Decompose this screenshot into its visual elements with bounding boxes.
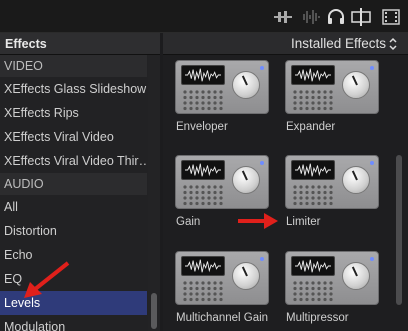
knob-icon [232,262,260,290]
led-indicator-icon [370,66,374,70]
waveform-display-icon [291,65,335,85]
sidebar-item-xeffects-viral-video[interactable]: XEffects Viral Video [0,125,147,149]
browser-scrollbar[interactable] [393,55,405,331]
waveform-icon[interactable] [301,8,321,26]
effect-label-expander: Expander [286,121,336,133]
toolbar [0,0,408,33]
waveform-display-icon [291,160,335,180]
sidebar-item-xeffects-glass-slideshow[interactable]: XEffects Glass Slideshow [0,77,147,101]
sidebar-scroll-thumb[interactable] [151,293,157,329]
filmstrip-icon[interactable] [381,8,401,26]
effect-tile-expander[interactable] [285,60,379,114]
annotation-arrow-icon [236,211,280,231]
knob-icon [232,71,260,99]
section-audio: AUDIO [0,173,147,195]
knob-icon [342,166,370,194]
speaker-grille-icon [182,280,224,302]
effect-label-multipressor: Multipressor [286,312,349,324]
sidebar-header: Effects [0,33,160,55]
speaker-grille-icon [292,89,334,111]
effect-tile-enveloper[interactable] [175,60,269,114]
skimming-icon[interactable] [351,8,371,26]
waveform-display-icon [291,256,335,276]
browser-scroll-thumb[interactable] [396,155,402,305]
section-video: VIDEO [0,55,147,77]
sidebar-title: Effects [5,37,47,51]
waveform-display-icon [181,256,225,276]
effect-label-gain: Gain [176,216,201,228]
speaker-grille-icon [292,184,334,206]
speaker-grille-icon [182,89,224,111]
led-indicator-icon [260,161,264,165]
led-indicator-icon [260,66,264,70]
knob-icon [232,166,260,194]
sidebar-item-modulation[interactable]: Modulation [0,315,147,331]
waveform-display-icon [181,65,225,85]
chevron-updown-icon[interactable] [388,36,398,52]
effect-tile-multipressor[interactable] [285,251,379,305]
sidebar-item-distortion[interactable]: Distortion [0,219,147,243]
led-indicator-icon [370,161,374,165]
sidebar-item-xeffects-rips[interactable]: XEffects Rips [0,101,147,125]
headphones-icon[interactable] [326,8,346,26]
led-indicator-icon [370,257,374,261]
knob-icon [342,71,370,99]
installed-effects-popup[interactable]: Installed Effects [291,36,386,51]
effect-label-multichannel-gain: Multichannel Gain [176,312,269,324]
effect-tile-limiter[interactable] [285,155,379,209]
effect-tile-gain[interactable] [175,155,269,209]
effect-label-limiter: Limiter [286,216,321,228]
effect-label-enveloper: Enveloper [176,121,228,133]
sidebar-item-all[interactable]: All [0,195,147,219]
speaker-grille-icon [182,184,224,206]
speaker-grille-icon [292,280,334,302]
annotation-arrow-icon [18,260,72,302]
audio-meter-icon[interactable] [273,8,293,26]
knob-icon [342,262,370,290]
effect-tile-multichannel-gain[interactable] [175,251,269,305]
waveform-display-icon [181,160,225,180]
sidebar-item-xeffects-viral-video-third[interactable]: XEffects Viral Video Thir… [0,149,147,173]
browser-header[interactable]: Installed Effects [163,33,408,55]
sidebar-scrollbar[interactable] [148,55,160,331]
led-indicator-icon [260,257,264,261]
